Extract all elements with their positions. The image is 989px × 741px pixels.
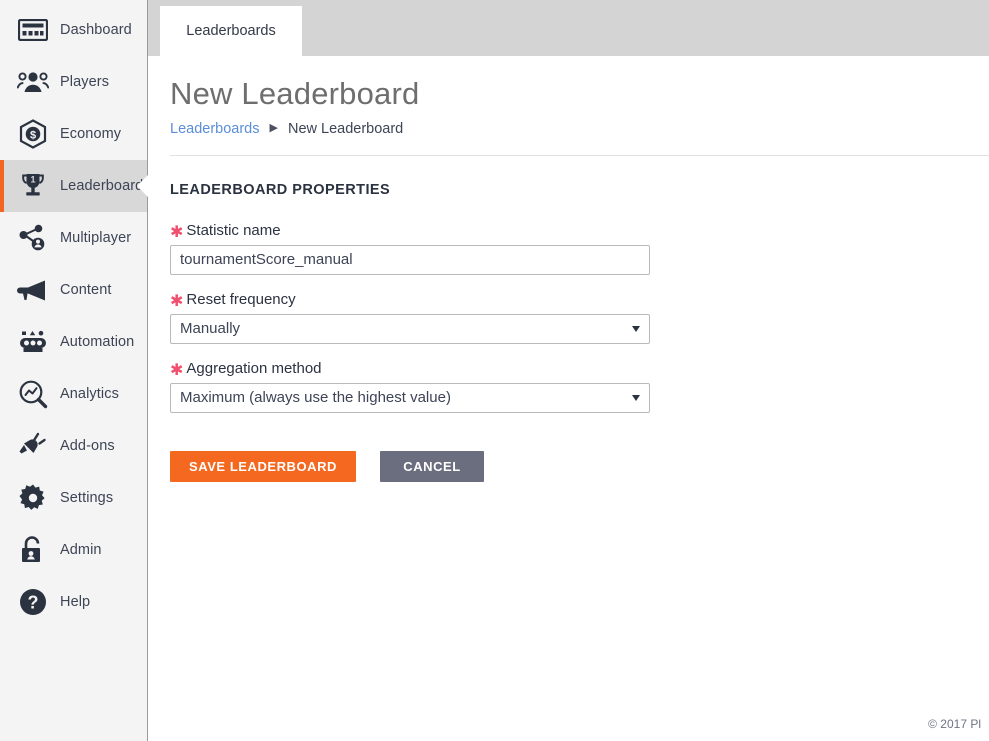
main-content: Leaderboards New Leaderboard Leaderboard… — [148, 0, 989, 741]
aggregation-method-value: Maximum (always use the highest value) — [180, 389, 451, 406]
players-icon — [16, 65, 50, 99]
required-asterisk-icon: ✱ — [170, 294, 183, 310]
reset-frequency-select-wrap: Manually — [170, 314, 650, 344]
section-title: LEADERBOARD PROPERTIES — [170, 182, 989, 198]
sidebar-item-multiplayer[interactable]: Multiplayer — [0, 212, 147, 264]
sidebar-item-analytics[interactable]: Analytics — [0, 368, 147, 420]
sidebar-item-add-ons[interactable]: Add-ons — [0, 420, 147, 472]
tab-strip: Leaderboards — [148, 0, 989, 56]
dashboard-icon — [16, 13, 50, 47]
form-actions: SAVE LEADERBOARD CANCEL — [170, 451, 989, 482]
sidebar-item-label: Content — [60, 282, 112, 298]
sidebar-item-economy[interactable]: $ Economy — [0, 108, 147, 160]
megaphone-icon — [16, 273, 50, 307]
sidebar-item-automation[interactable]: Automation — [0, 316, 147, 368]
help-icon: ? — [16, 585, 50, 619]
sidebar-item-label: Add-ons — [60, 438, 115, 454]
page-title: New Leaderboard — [170, 76, 989, 112]
trophy-icon: 1 — [16, 169, 50, 203]
breadcrumb-current: New Leaderboard — [288, 121, 403, 137]
tab-label: Leaderboards — [186, 23, 276, 39]
sidebar: Dashboard Players $ — [0, 0, 148, 741]
multiplayer-icon — [16, 221, 50, 255]
svg-text:$: $ — [30, 129, 36, 141]
sidebar-item-label: Admin — [60, 542, 102, 558]
reset-frequency-value: Manually — [180, 320, 240, 337]
sidebar-item-label: Economy — [60, 126, 121, 142]
leaderboard-properties-form: LEADERBOARD PROPERTIES ✱ Statistic name … — [148, 156, 989, 482]
analytics-icon — [16, 377, 50, 411]
reset-frequency-select[interactable]: Manually — [170, 314, 650, 344]
sidebar-item-label: Automation — [60, 334, 134, 350]
sidebar-item-label: Analytics — [60, 386, 119, 402]
svg-text:1: 1 — [30, 175, 35, 185]
svg-text:?: ? — [28, 593, 39, 613]
sidebar-item-label: Settings — [60, 490, 113, 506]
reset-frequency-label: ✱ Reset frequency — [170, 291, 989, 308]
breadcrumb: Leaderboards ▶ New Leaderboard — [170, 121, 989, 137]
sidebar-item-dashboard[interactable]: Dashboard — [0, 4, 147, 56]
breadcrumb-separator-icon: ▶ — [267, 123, 281, 134]
sidebar-item-leaderboards[interactable]: 1 Leaderboards — [0, 160, 147, 212]
field-aggregation-method: ✱ Aggregation method Maximum (always use… — [170, 360, 989, 413]
sidebar-item-label: Dashboard — [60, 22, 132, 38]
sidebar-item-label: Help — [60, 594, 90, 610]
gear-icon — [16, 481, 50, 515]
sidebar-item-label: Leaderboards — [60, 178, 151, 194]
field-statistic-name: ✱ Statistic name — [170, 222, 989, 275]
field-reset-frequency: ✱ Reset frequency Manually — [170, 291, 989, 344]
sidebar-item-admin[interactable]: Admin — [0, 524, 147, 576]
save-leaderboard-button[interactable]: SAVE LEADERBOARD — [170, 451, 356, 482]
sidebar-item-players[interactable]: Players — [0, 56, 147, 108]
breadcrumb-link-leaderboards[interactable]: Leaderboards — [170, 121, 260, 137]
economy-icon: $ — [16, 117, 50, 151]
aggregation-method-select[interactable]: Maximum (always use the highest value) — [170, 383, 650, 413]
sidebar-item-label: Players — [60, 74, 109, 90]
required-asterisk-icon: ✱ — [170, 225, 183, 241]
automation-icon — [16, 325, 50, 359]
app-root: Dashboard Players $ — [0, 0, 989, 741]
aggregation-method-label: ✱ Aggregation method — [170, 360, 989, 377]
tab-leaderboards[interactable]: Leaderboards — [160, 6, 302, 56]
sidebar-item-help[interactable]: ? Help — [0, 576, 147, 628]
field-label-text: Aggregation method — [186, 360, 321, 377]
sidebar-item-content[interactable]: Content — [0, 264, 147, 316]
footer-copyright: © 2017 Pl — [928, 717, 981, 731]
field-label-text: Reset frequency — [186, 291, 295, 308]
sidebar-item-settings[interactable]: Settings — [0, 472, 147, 524]
aggregation-method-select-wrap: Maximum (always use the highest value) — [170, 383, 650, 413]
lock-icon — [16, 533, 50, 567]
sidebar-item-label: Multiplayer — [60, 230, 131, 246]
cancel-button[interactable]: CANCEL — [380, 451, 484, 482]
field-label-text: Statistic name — [186, 222, 280, 239]
required-asterisk-icon: ✱ — [170, 363, 183, 379]
statistic-name-input[interactable] — [170, 245, 650, 275]
plug-icon — [16, 429, 50, 463]
page-header: New Leaderboard Leaderboards ▶ New Leade… — [148, 56, 989, 137]
statistic-name-label: ✱ Statistic name — [170, 222, 989, 239]
